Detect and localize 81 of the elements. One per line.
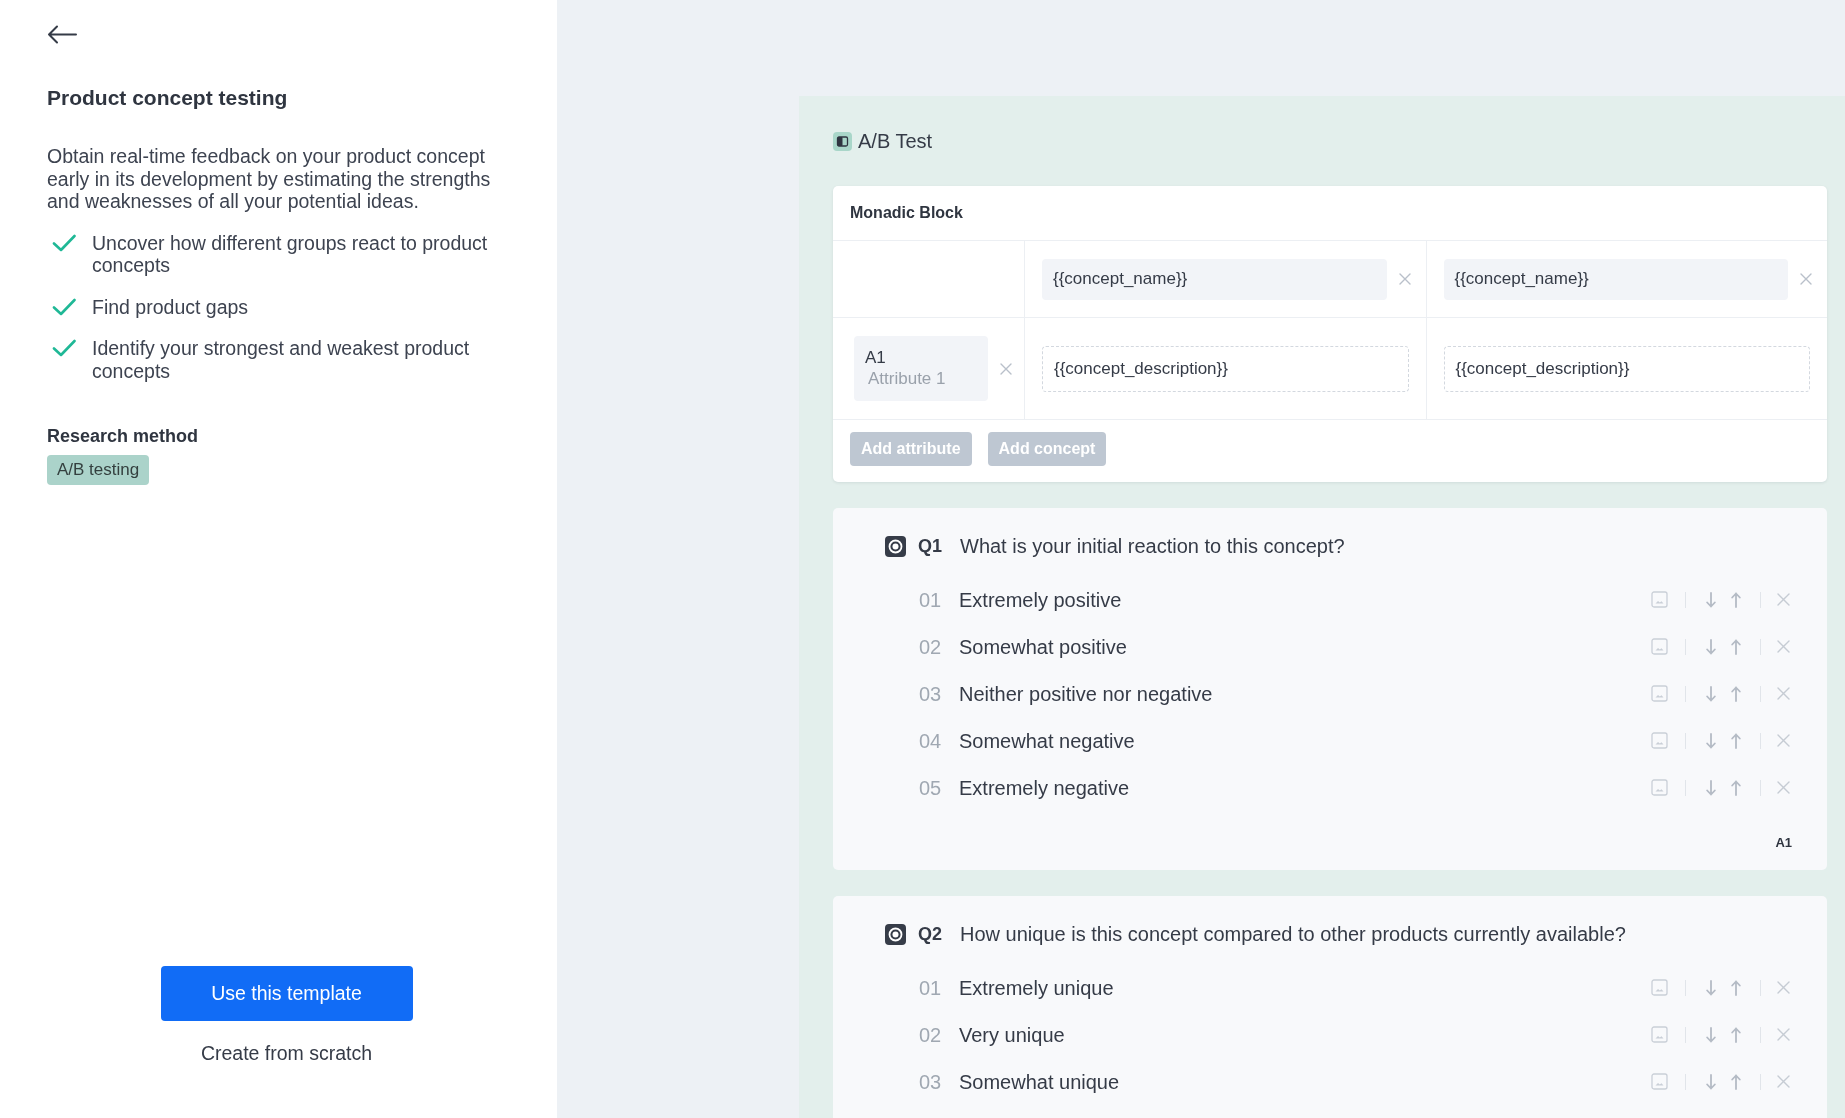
arrow-up-icon[interactable] bbox=[1731, 638, 1741, 655]
arrow-down-icon[interactable] bbox=[1706, 685, 1716, 702]
arrow-down-icon[interactable] bbox=[1706, 1026, 1716, 1043]
attribute-tag: A1 bbox=[1775, 835, 1792, 851]
attribute-field[interactable]: A1 Attribute 1 bbox=[854, 336, 988, 401]
option-number: 01 bbox=[919, 975, 943, 1000]
option-number: 01 bbox=[919, 587, 943, 612]
close-icon[interactable] bbox=[1398, 273, 1411, 285]
question-text: What is your initial reaction to this concept? bbox=[960, 534, 1345, 558]
image-icon[interactable] bbox=[1651, 638, 1668, 655]
arrow-down-icon[interactable] bbox=[1706, 779, 1716, 796]
attribute-name-input[interactable]: Attribute 1 bbox=[865, 369, 977, 389]
arrow-up-icon[interactable] bbox=[1731, 732, 1741, 749]
question-number: Q1 bbox=[918, 535, 943, 557]
arrow-down-icon[interactable] bbox=[1706, 591, 1716, 608]
option-label: Extremely unique bbox=[959, 975, 1114, 1000]
use-template-button[interactable]: Use this template bbox=[160, 966, 413, 1021]
close-icon[interactable] bbox=[1777, 640, 1790, 653]
image-icon[interactable] bbox=[1651, 779, 1668, 796]
arrow-down-icon[interactable] bbox=[1706, 732, 1716, 749]
concept-description-field[interactable]: {{concept_description}} bbox=[1443, 345, 1810, 392]
close-icon[interactable] bbox=[1777, 1028, 1790, 1041]
concept-name-field[interactable]: {{concept_name}} bbox=[1443, 258, 1788, 300]
option-label: Neither positive nor negative bbox=[959, 681, 1213, 706]
arrow-up-icon[interactable] bbox=[1731, 1073, 1741, 1090]
split-square-icon bbox=[833, 131, 852, 151]
close-icon[interactable] bbox=[1000, 362, 1012, 375]
arrow-up-icon[interactable] bbox=[1731, 1026, 1741, 1043]
benefit-text: Identify your strongest and weakest product concepts bbox=[92, 337, 471, 382]
arrow-up-icon[interactable] bbox=[1731, 685, 1741, 702]
option-number: 03 bbox=[919, 1069, 943, 1094]
section-title: A/B Test bbox=[858, 129, 933, 153]
option-number: 03 bbox=[919, 681, 943, 706]
research-method-heading: Research method bbox=[47, 425, 199, 447]
arrow-up-icon[interactable] bbox=[1731, 591, 1741, 608]
arrow-up-icon[interactable] bbox=[1731, 779, 1741, 796]
question-text: How unique is this concept compared to other products currently available? bbox=[960, 922, 1626, 946]
image-icon[interactable] bbox=[1651, 685, 1668, 702]
option-number: 02 bbox=[919, 634, 943, 659]
check-icon bbox=[52, 339, 76, 357]
close-icon[interactable] bbox=[1777, 734, 1790, 747]
question-number: Q2 bbox=[918, 923, 943, 945]
option-number: 02 bbox=[919, 1022, 943, 1047]
arrow-down-icon[interactable] bbox=[1706, 979, 1716, 996]
image-icon[interactable] bbox=[1651, 732, 1668, 749]
method-tag: A/B testing bbox=[47, 455, 150, 485]
attribute-code: A1 bbox=[865, 348, 886, 368]
create-from-scratch-link[interactable]: Create from scratch bbox=[200, 1041, 373, 1065]
close-icon[interactable] bbox=[1777, 1075, 1790, 1088]
option-label: Somewhat positive bbox=[959, 634, 1127, 659]
radio-icon bbox=[885, 923, 906, 945]
close-icon[interactable] bbox=[1777, 687, 1790, 700]
close-icon[interactable] bbox=[1777, 781, 1790, 794]
concept-description-field[interactable]: {{concept_description}} bbox=[1042, 345, 1409, 392]
image-icon[interactable] bbox=[1651, 591, 1668, 608]
back-arrow-icon[interactable] bbox=[47, 25, 77, 44]
close-icon[interactable] bbox=[1800, 273, 1812, 285]
arrow-down-icon[interactable] bbox=[1706, 638, 1716, 655]
image-icon[interactable] bbox=[1651, 1073, 1668, 1090]
arrow-up-icon[interactable] bbox=[1731, 979, 1741, 996]
close-icon[interactable] bbox=[1777, 981, 1790, 994]
option-label: Somewhat unique bbox=[959, 1069, 1120, 1094]
concept-name-field[interactable]: {{concept_name}} bbox=[1042, 258, 1387, 300]
option-label: Somewhat negative bbox=[959, 728, 1135, 753]
radio-icon bbox=[885, 535, 906, 557]
option-number: 05 bbox=[919, 775, 943, 800]
image-icon[interactable] bbox=[1651, 1026, 1668, 1043]
arrow-down-icon[interactable] bbox=[1706, 1073, 1716, 1090]
template-description: Obtain real-time feedback on your product concept early in its development by estimating the strengths and weaknesses of all your potential ideas. bbox=[47, 145, 492, 213]
block-title: Monadic Block bbox=[850, 204, 963, 222]
benefit-text: Uncover how different groups react to product concepts bbox=[92, 231, 489, 277]
option-number: 04 bbox=[919, 728, 943, 753]
check-icon bbox=[52, 297, 76, 316]
image-icon[interactable] bbox=[1651, 979, 1668, 996]
template-title: Product concept testing bbox=[47, 85, 288, 111]
option-label: Extremely positive bbox=[959, 587, 1122, 612]
option-label: Very unique bbox=[959, 1022, 1065, 1047]
check-icon bbox=[52, 233, 76, 252]
close-icon[interactable] bbox=[1777, 593, 1790, 606]
option-label: Extremely negative bbox=[959, 775, 1130, 800]
benefit-text: Find product gaps bbox=[92, 295, 249, 318]
